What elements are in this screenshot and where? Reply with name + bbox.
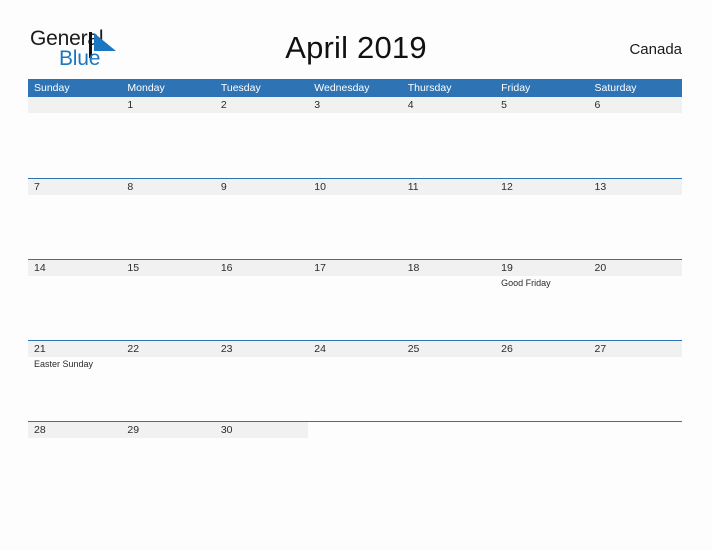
weekday-header-wednesday: Wednesday	[314, 82, 370, 94]
day-number: 15	[127, 262, 140, 274]
day-cell[interactable]	[308, 422, 401, 502]
day-cell[interactable]: 24	[308, 341, 401, 421]
day-number: 21	[34, 343, 46, 355]
day-cell[interactable]: 7	[28, 179, 121, 259]
day-cell[interactable]: 20	[589, 260, 682, 340]
day-event: Good Friday	[501, 278, 551, 288]
day-cell[interactable]: 28	[28, 422, 121, 502]
calendar-week-row: 28 29 30	[28, 421, 682, 502]
page-header: General Blue April 2019 Canada	[0, 0, 712, 78]
day-cell[interactable]: 8	[121, 179, 214, 259]
day-number: 2	[220, 99, 227, 111]
day-number: 1	[127, 99, 134, 111]
region-label: Canada	[629, 41, 682, 58]
day-number: 6	[594, 99, 601, 111]
week-day-cells: 14 15 16 17 18 19 Good Friday 20	[28, 260, 682, 340]
calendar-week-row: 14 15 16 17 18 19 Good Friday 20	[28, 259, 682, 340]
day-event: Easter Sunday	[34, 359, 94, 369]
weekday-header-saturday: Saturday	[594, 82, 637, 94]
day-number: 24	[314, 343, 326, 355]
day-cell[interactable]: 27	[589, 341, 682, 421]
day-number: 10	[314, 181, 326, 193]
day-cell[interactable]: 3	[308, 97, 401, 177]
weekday-header-thursday: Thursday	[407, 82, 452, 94]
day-cell[interactable]: 11	[402, 179, 495, 259]
day-number: 13	[594, 181, 607, 193]
day-cell[interactable]: 10	[308, 179, 401, 259]
day-number: 9	[220, 181, 227, 193]
day-number: 8	[127, 181, 134, 193]
week-day-cells: 21 Easter Sunday 22 23 24 25 26 27	[28, 341, 682, 421]
day-number: 16	[220, 262, 233, 274]
day-number: 19	[501, 262, 513, 274]
day-cell[interactable]: 21 Easter Sunday	[28, 341, 121, 421]
day-cell[interactable]: 2	[215, 97, 308, 177]
day-cell[interactable]: 12	[495, 179, 588, 259]
day-number: 17	[314, 262, 326, 274]
calendar-week-row: 1 2 3 4 5 6	[28, 97, 682, 178]
calendar-week-row: 7 8 9 10 11 12 13	[28, 178, 682, 259]
day-number: 30	[220, 424, 233, 436]
day-cell[interactable]	[495, 422, 588, 502]
week-day-cells: 28 29 30	[28, 422, 682, 502]
day-number: 27	[594, 343, 607, 355]
day-cell[interactable]: 13	[589, 179, 682, 259]
week-day-cells: 7 8 9 10 11 12 13	[28, 179, 682, 259]
calendar-grid: Sunday Monday Tuesday Wednesday Thursday…	[28, 79, 682, 502]
day-cell[interactable]: 1	[121, 97, 214, 177]
day-cell[interactable]	[402, 422, 495, 502]
day-number: 3	[314, 99, 321, 111]
day-number: 22	[127, 343, 140, 355]
day-cell[interactable]: 15	[121, 260, 214, 340]
weekday-header-sunday: Sunday	[34, 82, 70, 94]
day-number: 14	[34, 262, 46, 274]
day-number: 18	[407, 262, 420, 274]
day-cell[interactable]: 26	[495, 341, 588, 421]
day-cell[interactable]: 29	[121, 422, 214, 502]
day-cell[interactable]: 16	[215, 260, 308, 340]
day-number: 5	[501, 99, 507, 111]
day-cell[interactable]: 23	[215, 341, 308, 421]
day-cell[interactable]: 30	[215, 422, 308, 502]
page-title: April 2019	[285, 30, 427, 65]
day-number: 4	[407, 99, 414, 111]
day-cell[interactable]: 17	[308, 260, 401, 340]
weekday-header-tuesday: Tuesday	[220, 82, 261, 94]
day-number: 12	[501, 181, 513, 193]
day-number: 25	[407, 343, 420, 355]
weekday-header-monday: Monday	[127, 82, 165, 94]
day-number: 26	[501, 343, 513, 355]
day-cell[interactable]: 18	[402, 260, 495, 340]
weekday-header-row: Sunday Monday Tuesday Wednesday Thursday…	[28, 79, 682, 97]
day-cell[interactable]	[28, 97, 121, 177]
day-number: 29	[127, 424, 140, 436]
day-cell[interactable]	[589, 422, 682, 502]
day-number: 20	[594, 262, 607, 274]
day-cell[interactable]: 4	[402, 97, 495, 177]
day-number: 7	[34, 181, 40, 193]
day-number: 11	[407, 181, 419, 193]
day-cell[interactable]: 22	[121, 341, 214, 421]
calendar-week-row: 21 Easter Sunday 22 23 24 25 26 27	[28, 340, 682, 421]
day-cell[interactable]: 19 Good Friday	[495, 260, 588, 340]
day-cell[interactable]: 5	[495, 97, 588, 177]
week-day-cells: 1 2 3 4 5 6	[28, 97, 682, 177]
day-number: 28	[34, 424, 46, 436]
day-cell[interactable]: 6	[589, 97, 682, 177]
weekday-header-friday: Friday	[501, 82, 531, 94]
day-cell[interactable]: 25	[402, 341, 495, 421]
day-number: 23	[220, 343, 233, 355]
day-cell[interactable]: 9	[215, 179, 308, 259]
day-cell[interactable]: 14	[28, 260, 121, 340]
